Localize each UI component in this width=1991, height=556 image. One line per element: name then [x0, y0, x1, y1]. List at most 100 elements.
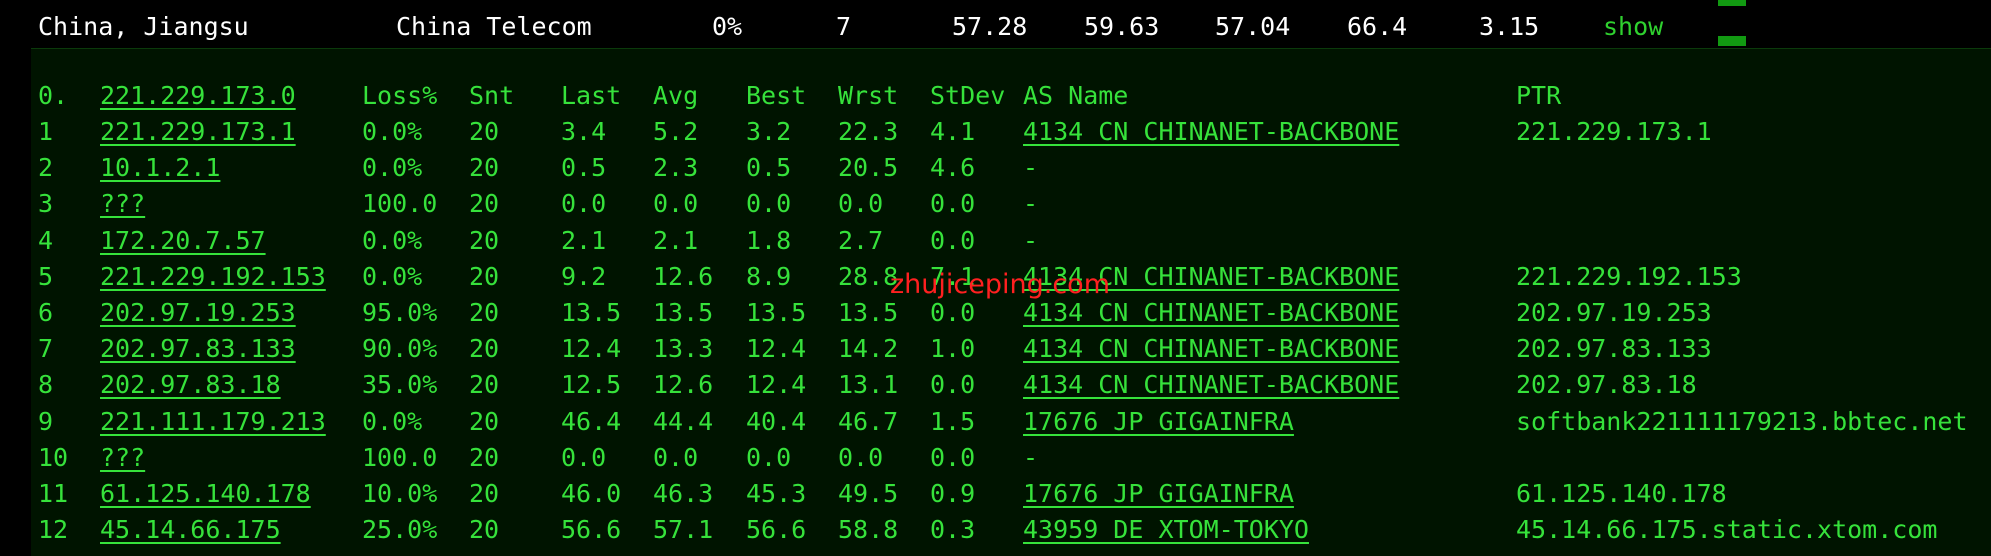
hop-row-1-host[interactable]: 221.229.173.1: [100, 115, 296, 149]
hop-row-3-loss: 100.0: [362, 189, 438, 218]
hop-row-1-best: 3.2: [746, 117, 792, 146]
hop-row-3-avg: 0.0: [653, 189, 699, 218]
hop-row-7-loss: 90.0%: [362, 334, 438, 363]
hop-row-10-last: 0.0: [561, 443, 607, 472]
hop-row-12-loss: 25.0%: [362, 515, 438, 544]
hop-row-10-wrst: 0.0: [838, 443, 884, 472]
hop-row-5-last: 9.2: [561, 262, 607, 291]
hop-row-3-best: 0.0: [746, 189, 792, 218]
hop-row-8-as-name[interactable]: 4134 CN CHINANET-BACKBONE: [1023, 368, 1399, 402]
hop-row-7-avg: 13.3: [653, 334, 714, 363]
hop-row-9-host[interactable]: 221.111.179.213: [100, 405, 326, 439]
hop-row-8-avg: 12.6: [653, 370, 714, 399]
hop-row-3-snt: 20: [469, 189, 500, 218]
hop-row-10-snt: 20: [469, 443, 500, 472]
hop-row-5-loss: 0.0%: [362, 262, 423, 291]
header-avg: Avg: [653, 81, 699, 110]
hop-row-5-host[interactable]: 221.229.192.153: [100, 260, 326, 294]
summary-value-2: 59.63: [1084, 12, 1160, 41]
hop-row-11-host[interactable]: 61.125.140.178: [100, 477, 311, 511]
hop-row-11-ptr: 61.125.140.178: [1516, 479, 1727, 508]
hop-row-6-snt: 20: [469, 298, 500, 327]
hop-row-1-last: 3.4: [561, 117, 607, 146]
hop-row-1-ptr: 221.229.173.1: [1516, 117, 1712, 146]
summary-value-4: 66.4: [1347, 12, 1408, 41]
hop-row-9-last: 46.4: [561, 407, 622, 436]
hop-row-4-as-name: -: [1023, 226, 1039, 255]
hop-row-8-host[interactable]: 202.97.83.18: [100, 368, 281, 402]
summary-value-5: 3.15: [1479, 12, 1540, 41]
hop-row-11-hop: 11: [38, 479, 69, 508]
hop-row-4-hop: 4: [38, 226, 54, 255]
hop-row-5-best: 8.9: [746, 262, 792, 291]
hop-row-1-avg: 5.2: [653, 117, 699, 146]
hop-row-7-last: 12.4: [561, 334, 622, 363]
hop-row-11-avg: 46.3: [653, 479, 714, 508]
hop-row-11-best: 45.3: [746, 479, 807, 508]
hop-row-3-wrst: 0.0: [838, 189, 884, 218]
hop-row-7-as-name[interactable]: 4134 CN CHINANET-BACKBONE: [1023, 332, 1399, 366]
hop-row-1-as-name[interactable]: 4134 CN CHINANET-BACKBONE: [1023, 115, 1399, 149]
hop-row-8-stdev: 0.0: [930, 370, 976, 399]
summary-value-3: 57.04: [1215, 12, 1291, 41]
hop-row-10-hop: 10: [38, 443, 69, 472]
hop-row-2-as-name: -: [1023, 153, 1039, 182]
hop-row-2-last: 0.5: [561, 153, 607, 182]
hop-row-6-last: 13.5: [561, 298, 622, 327]
hop-row-4-last: 2.1: [561, 226, 607, 255]
hop-row-10-host[interactable]: ???: [100, 441, 145, 475]
hop-row-7-host[interactable]: 202.97.83.133: [100, 332, 296, 366]
hop-row-1-loss: 0.0%: [362, 117, 423, 146]
header-ptr: PTR: [1516, 81, 1562, 110]
header-as-name: AS Name: [1023, 81, 1129, 110]
hop-row-5-ptr: 221.229.192.153: [1516, 262, 1742, 291]
summary-location: China, Jiangsu: [38, 12, 249, 41]
hop-row-12-wrst: 58.8: [838, 515, 899, 544]
hop-row-5-avg: 12.6: [653, 262, 714, 291]
header-stdev: StDev: [930, 81, 1006, 110]
hop-row-12-as-name[interactable]: 43959 DE XTOM-TOKYO: [1023, 513, 1309, 547]
hop-row-3-host[interactable]: ???: [100, 187, 145, 221]
summary-isp: China Telecom: [396, 12, 592, 41]
hop-row-6-best: 13.5: [746, 298, 807, 327]
hop-row-7-snt: 20: [469, 334, 500, 363]
summary-hops: 7: [836, 12, 852, 41]
hop-row-9-ptr: softbank221111179213.bbtec.net: [1516, 407, 1968, 436]
hop-row-4-snt: 20: [469, 226, 500, 255]
header-wrst: Wrst: [838, 81, 899, 110]
hop-row-4-wrst: 2.7: [838, 226, 884, 255]
hop-row-1-hop: 1: [38, 117, 54, 146]
header-last: Last: [561, 81, 622, 110]
header-host[interactable]: 221.229.173.0: [100, 79, 296, 113]
hop-row-11-last: 46.0: [561, 479, 622, 508]
hop-row-12-host[interactable]: 45.14.66.175: [100, 513, 281, 547]
hop-row-8-best: 12.4: [746, 370, 807, 399]
hop-row-8-wrst: 13.1: [838, 370, 899, 399]
hop-row-3-hop: 3: [38, 189, 54, 218]
hop-row-6-host[interactable]: 202.97.19.253: [100, 296, 296, 330]
hop-row-2-host[interactable]: 10.1.2.1: [100, 151, 220, 185]
hop-row-2-best: 0.5: [746, 153, 792, 182]
hop-row-11-wrst: 49.5: [838, 479, 899, 508]
hop-row-8-loss: 35.0%: [362, 370, 438, 399]
hop-row-2-avg: 2.3: [653, 153, 699, 182]
hop-row-7-best: 12.4: [746, 334, 807, 363]
summary-value-1: 57.28: [952, 12, 1028, 41]
mtr-result-screen: China, Jiangsu China Telecom 0% 7 57.28 …: [0, 0, 1991, 556]
hop-row-4-host[interactable]: 172.20.7.57: [100, 224, 266, 258]
header-hop: 0.: [38, 81, 69, 110]
hop-row-8-hop: 8: [38, 370, 54, 399]
hop-row-2-hop: 2: [38, 153, 54, 182]
hop-row-9-as-name[interactable]: 17676 JP GIGAINFRA: [1023, 405, 1294, 439]
header-snt: Snt: [469, 81, 515, 110]
hop-row-11-as-name[interactable]: 17676 JP GIGAINFRA: [1023, 477, 1294, 511]
watermark: zhujiceping.com: [890, 269, 1110, 300]
hop-row-4-stdev: 0.0: [930, 226, 976, 255]
hop-row-2-loss: 0.0%: [362, 153, 423, 182]
hop-row-12-ptr: 45.14.66.175.static.xtom.com: [1516, 515, 1938, 544]
show-details-link[interactable]: show: [1603, 10, 1663, 44]
hop-row-5-hop: 5: [38, 262, 54, 291]
hop-row-12-last: 56.6: [561, 515, 622, 544]
hop-row-6-ptr: 202.97.19.253: [1516, 298, 1712, 327]
header-best: Best: [746, 81, 807, 110]
